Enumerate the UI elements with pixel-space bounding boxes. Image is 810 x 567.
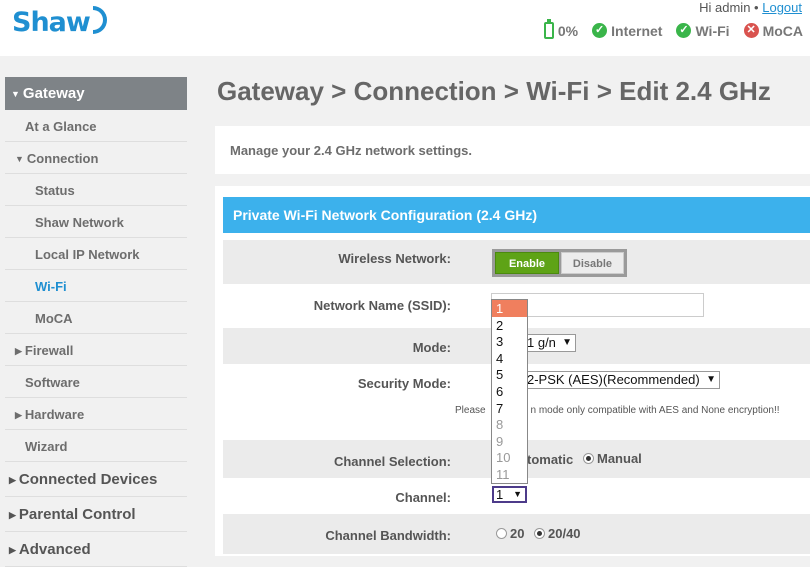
panel-title: Private Wi-Fi Network Configuration (2.4… (223, 197, 810, 233)
sidebar-item-firewall[interactable]: ▶ Firewall (5, 334, 187, 366)
sidebar-gateway[interactable]: ▼ Gateway (5, 77, 187, 110)
channel-option[interactable]: 11 (492, 466, 527, 483)
caret-right-icon: ▶ (9, 545, 16, 555)
sidebar-item-shaw-network[interactable]: Shaw Network (5, 206, 187, 238)
channel-option[interactable]: 9 (492, 433, 527, 450)
sidebar-advanced[interactable]: ▶ Advanced (5, 532, 187, 567)
channel-option[interactable]: 2 (492, 317, 527, 334)
wireless-label: Wireless Network: (338, 251, 451, 266)
disable-button[interactable]: Disable (561, 252, 624, 274)
internet-label: Internet (611, 22, 663, 39)
sidebar-item-moca[interactable]: MoCA (5, 302, 187, 334)
channel-option[interactable]: 10 (492, 449, 527, 466)
check-icon: ✓ (676, 23, 692, 38)
caret-right-icon: ▶ (15, 346, 22, 356)
mode-label: Mode: (412, 340, 451, 355)
page-title: Gateway > Connection > Wi-Fi > Edit 2.4 … (217, 76, 771, 106)
channel-option[interactable]: 3 (492, 333, 527, 350)
caret-down-icon: ▼ (15, 154, 24, 164)
automatic-radio[interactable]: tomatic (527, 452, 573, 467)
enable-button[interactable]: Enable (495, 252, 559, 274)
dropdown-arrow-icon: ▼ (706, 374, 716, 385)
bandwidth-2040-label: 20/40 (548, 526, 581, 541)
dropdown-arrow-icon: ▼ (513, 489, 522, 499)
radio-icon (496, 528, 507, 539)
sidebar-parental-control[interactable]: ▶ Parental Control (5, 497, 187, 532)
sidebar-item-wizard[interactable]: Wizard (5, 430, 187, 462)
wireless-toggle: Enable Disable (492, 249, 627, 277)
caret-down-icon: ▼ (11, 89, 20, 99)
internet-status: ✓ Internet (592, 23, 662, 39)
wifi-label: Wi-Fi (695, 22, 730, 39)
check-icon: ✓ (592, 23, 608, 38)
sidebar: ▼ Gateway At a Glance ▼ Connection Status … (5, 77, 187, 567)
mode-value: 1 g/n (527, 335, 556, 350)
dropdown-arrow-icon: ▼ (562, 337, 572, 348)
separator: • (754, 0, 759, 15)
top-bar: Shaw Hi admin • Logout 0% ✓ Internet ✓ Wi-… (0, 0, 810, 56)
caret-right-icon: ▶ (15, 410, 22, 420)
manual-label: Manual (597, 451, 642, 466)
moca-status: ✕ MoCA (743, 22, 803, 39)
x-icon: ✕ (743, 23, 759, 38)
sidebar-item-status[interactable]: Status (5, 174, 187, 206)
logout-link[interactable]: Logout (762, 0, 802, 15)
channel-select[interactable]: 1 ▼ (492, 486, 527, 503)
user-greeting: Hi admin • Logout (699, 0, 802, 15)
sidebar-item-software[interactable]: Software (5, 366, 187, 398)
sidebar-connected-devices[interactable]: ▶ Connected Devices (5, 462, 187, 497)
bandwidth-2040-radio[interactable]: 20/40 (534, 526, 581, 541)
sidebar-item-hardware[interactable]: ▶ Hardware (5, 398, 187, 430)
page-description: Manage your 2.4 GHz network settings. (215, 126, 810, 174)
radio-selected-icon (583, 453, 594, 464)
caret-right-icon: ▶ (9, 475, 16, 485)
battery-icon (543, 19, 554, 39)
ssid-label: Network Name (SSID): (313, 298, 451, 313)
channel-label: Channel: (395, 490, 451, 505)
bandwidth-20-radio[interactable]: 20 (496, 526, 524, 541)
channel-value: 1 (496, 487, 504, 502)
security-value: 2-PSK (AES)(Recommended) (527, 372, 700, 387)
sidebar-item-at-a-glance[interactable]: At a Glance (5, 110, 187, 142)
channel-dropdown-list: 1 2 3 4 5 6 7 8 9 10 11 (491, 299, 528, 484)
status-bar: 0% ✓ Internet ✓ Wi-Fi ✕ MoCA (543, 19, 803, 39)
security-label: Security Mode: (357, 376, 451, 391)
automatic-label: tomatic (527, 452, 574, 467)
channel-option[interactable]: 1 (492, 300, 527, 317)
bandwidth-20-label: 20 (510, 526, 525, 541)
greeting-text: Hi admin (699, 0, 751, 15)
channel-option[interactable]: 6 (492, 383, 527, 400)
manual-radio[interactable]: Manual (583, 451, 642, 466)
bandwidth-label: Channel Bandwidth: (325, 528, 451, 543)
channel-selection-label: Channel Selection: (333, 454, 451, 469)
sidebar-item-connection[interactable]: ▼ Connection (5, 142, 187, 174)
channel-option[interactable]: 4 (492, 350, 527, 367)
channel-option[interactable]: 5 (492, 366, 527, 383)
channel-option[interactable]: 8 (492, 416, 527, 433)
battery-status: 0% (543, 19, 579, 39)
caret-right-icon: ▶ (9, 510, 16, 520)
sidebar-item-wifi[interactable]: Wi-Fi (5, 270, 187, 302)
battery-label: 0% (557, 22, 579, 39)
shaw-logo[interactable]: Shaw (12, 6, 107, 38)
wifi-status: ✓ Wi-Fi (676, 22, 730, 39)
radio-selected-icon (534, 528, 545, 539)
moca-label: MoCA (762, 22, 803, 39)
sidebar-item-local-ip[interactable]: Local IP Network (5, 238, 187, 270)
security-note: Please 1.11 n mode only compatible with A… (455, 405, 780, 416)
channel-option[interactable]: 7 (492, 400, 527, 417)
